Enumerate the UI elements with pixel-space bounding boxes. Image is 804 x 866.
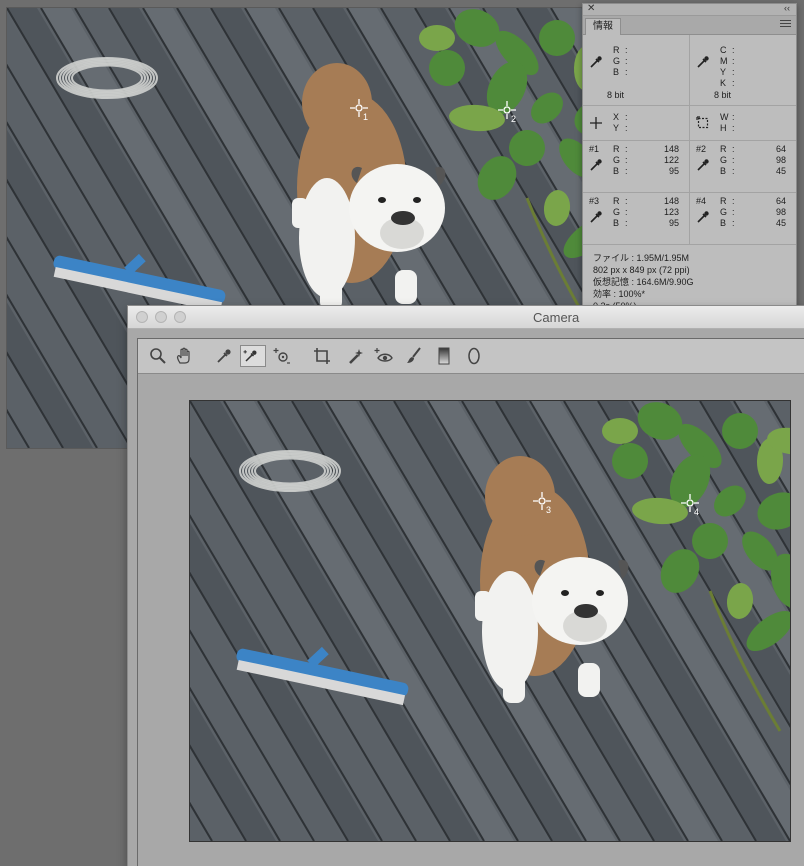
graduated-filter-icon[interactable] [434,346,454,366]
rgb-bit-depth: 8 bit [607,90,625,100]
sample-g-value: 122 [663,155,679,165]
tab-info[interactable]: 情報 [585,18,621,35]
sample-4: #4 R:64 G:98 B:45 [689,193,796,244]
eyedropper-icon[interactable] [589,55,603,69]
preview-photo: 3 4 [190,401,790,841]
x-label: X [613,112,620,122]
b-label: B [613,67,620,77]
panel-close-icon[interactable]: ✕ [587,3,595,14]
panel-menu-icon[interactable] [780,20,791,29]
zoom-icon[interactable] [148,346,168,366]
white-balance-icon[interactable] [214,346,234,366]
sample-b-value: 95 [668,218,679,228]
sample-3: #3 R:148 G:123 B:95 [589,196,679,228]
eyedropper-icon[interactable] [696,210,710,224]
sample-label: #3 [589,196,600,206]
camera-raw-preview[interactable]: 3 4 [190,401,790,841]
sample-g-value: 98 [775,207,786,217]
cmyk-readout: C: M: Y: K: 8 bit [689,35,796,105]
wh-readout: W: H: [689,106,796,140]
camera-raw-toolbar [138,339,804,374]
info-panel[interactable]: ✕ ‹‹ 情報 R: G: B: 8 bit C: M: Y: K: 8… [582,3,797,325]
selection-size-icon [696,116,709,129]
sample-g-value: 123 [663,207,679,217]
k-label: K [720,78,727,88]
spot-removal-icon[interactable] [346,346,366,366]
image-dimensions: 802 px x 849 px (72 ppi) [593,265,690,275]
sample-label: #1 [589,144,600,154]
sample-b-value: 45 [775,166,786,176]
adjustment-brush-icon[interactable] [404,346,424,366]
eyedropper-icon[interactable] [696,55,710,69]
efficiency: 効率 : 100%* [593,289,646,299]
g-label: G [613,56,621,66]
svg-text:2: 2 [511,114,516,124]
red-eye-icon[interactable] [374,346,394,366]
panel-tabbar: 情報 [583,16,796,35]
sample-r-value: 64 [775,196,786,206]
crosshair-icon [590,117,602,129]
file-size: ファイル : 1.95M/1.95M [593,253,690,263]
m-label: M [720,56,728,66]
sample-label: #4 [696,196,707,206]
targeted-adjustment-icon[interactable] [272,346,292,366]
sample-2: #2 R:64 G:98 B:45 [689,141,796,192]
crop-icon[interactable] [312,346,332,366]
close-window-button[interactable] [136,311,148,323]
camera-raw-content: 3 4 [137,338,804,866]
sample-b-value: 95 [668,166,679,176]
r-label: R [613,45,620,55]
scratch-size: 仮想記憶 : 164.6M/9.90G [593,277,694,287]
sample-1: #1 R:148 G:122 B:95 [589,144,679,176]
camera-raw-window[interactable]: Camera 3 4 [128,306,804,866]
panel-collapse-icon[interactable]: ‹‹ [784,3,790,13]
rgb-readout: R: G: B: 8 bit [583,35,689,105]
radial-filter-icon[interactable] [464,346,484,366]
svg-text:3: 3 [546,505,551,515]
y-label: Y [613,123,620,133]
c-label: C [720,45,727,55]
color-sampler-icon[interactable] [240,345,266,367]
w-label: W [720,112,729,122]
hand-icon[interactable] [174,346,194,366]
zoom-window-button[interactable] [174,311,186,323]
eyedropper-icon[interactable] [589,158,603,172]
eyedropper-icon[interactable] [589,210,603,224]
svg-text:1: 1 [363,112,368,122]
sample-b-value: 45 [775,218,786,228]
eyedropper-icon[interactable] [696,158,710,172]
xy-readout: X: Y: [583,106,689,140]
sample-r-value: 64 [775,144,786,154]
y-label: Y [720,67,727,77]
sample-g-value: 98 [775,155,786,165]
minimize-window-button[interactable] [155,311,167,323]
window-title: Camera [533,310,580,325]
h-label: H [720,123,727,133]
svg-text:4: 4 [694,507,699,517]
sample-r-value: 148 [663,196,679,206]
camera-raw-titlebar[interactable]: Camera [128,306,804,329]
sample-r-value: 148 [663,144,679,154]
cmyk-bit-depth: 8 bit [714,90,732,100]
panel-header: ✕ ‹‹ [583,3,796,16]
sample-label: #2 [696,144,707,154]
